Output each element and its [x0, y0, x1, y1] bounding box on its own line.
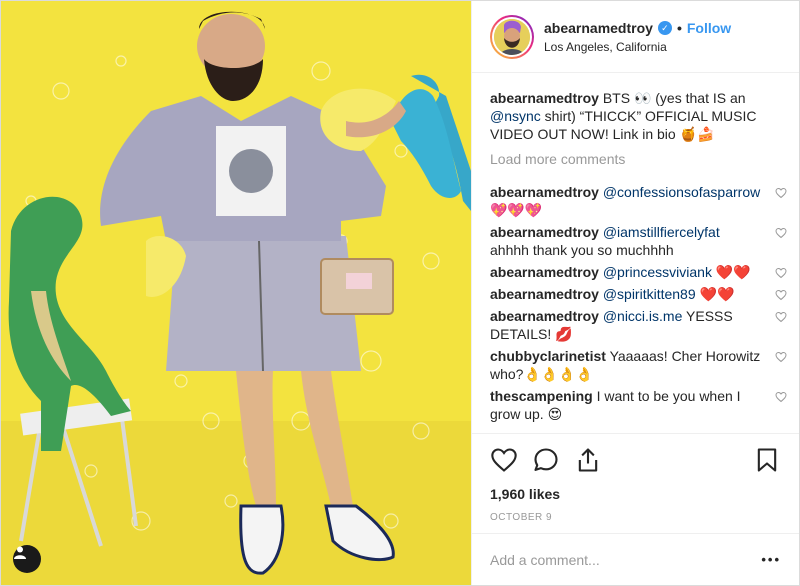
- post-header: abearnamedtroy ✓ • Follow Los Angeles, C…: [472, 1, 799, 73]
- comment-like-heart-icon[interactable]: [775, 227, 787, 239]
- comment-list: abearnamedtroy @confessionsofasparrow 💖💖…: [490, 183, 787, 423]
- post-caption: abearnamedtroy BTS 👀 (yes that IS an @ns…: [490, 89, 771, 143]
- comment-row: abearnamedtroy @nicci.is.me YESSS DETAIL…: [490, 307, 787, 343]
- caption-text-start: BTS 👀 (yes that IS an: [602, 90, 746, 106]
- bookmark-icon[interactable]: [753, 446, 781, 474]
- comment-mention[interactable]: @princessviviank: [603, 264, 712, 280]
- photo-illustration: [1, 1, 471, 585]
- comment-mention[interactable]: @nicci.is.me: [603, 308, 683, 324]
- comment-username[interactable]: abearnamedtroy: [490, 308, 599, 324]
- comment-input[interactable]: [490, 551, 762, 568]
- separator-dot: •: [676, 19, 682, 36]
- comment-like-heart-icon[interactable]: [775, 187, 787, 199]
- comment-row: abearnamedtroy @iamstillfiercelyfat ahhh…: [490, 223, 787, 259]
- comment-row: chubbyclarinetist Yaaaaas! Cher Horowitz…: [490, 347, 787, 383]
- instagram-post: abearnamedtroy ✓ • Follow Los Angeles, C…: [0, 0, 800, 586]
- avatar-image: [494, 18, 530, 55]
- comment-icon[interactable]: [532, 446, 560, 474]
- comment-like-heart-icon[interactable]: [775, 311, 787, 323]
- post-side-panel: abearnamedtroy ✓ • Follow Los Angeles, C…: [471, 1, 799, 585]
- comment-row: abearnamedtroy @spiritkitten89 ❤️❤️: [490, 285, 787, 303]
- comment-username[interactable]: abearnamedtroy: [490, 264, 599, 280]
- verified-badge-icon: ✓: [657, 20, 672, 35]
- heart-icon[interactable]: [490, 446, 518, 474]
- comment-row: abearnamedtroy @confessionsofasparrow 💖💖…: [490, 183, 787, 219]
- comment-username[interactable]: abearnamedtroy: [490, 286, 599, 302]
- post-actions: 1,960 likes OCTOBER 9: [472, 433, 799, 533]
- comment-mention[interactable]: @confessionsofasparrow: [603, 184, 760, 200]
- load-more-comments-button[interactable]: Load more comments: [490, 151, 771, 167]
- comment-text: ❤️❤️: [695, 286, 735, 302]
- post-location[interactable]: Los Angeles, California: [544, 40, 731, 54]
- caption-username[interactable]: abearnamedtroy: [490, 90, 599, 106]
- comment-row: thescampening I want to be you when I gr…: [490, 387, 787, 423]
- comment-like-heart-icon[interactable]: [775, 267, 787, 279]
- comment-mention[interactable]: @spiritkitten89: [603, 286, 696, 302]
- user-tag-icon[interactable]: [13, 545, 41, 573]
- post-date: OCTOBER 9: [490, 512, 553, 523]
- more-options-button[interactable]: •••: [761, 552, 781, 567]
- post-author-username[interactable]: abearnamedtroy: [544, 20, 653, 36]
- comment-like-heart-icon[interactable]: [775, 391, 787, 403]
- follow-button[interactable]: Follow: [687, 20, 731, 36]
- comment-username[interactable]: chubbyclarinetist: [490, 348, 606, 364]
- avatar[interactable]: [490, 14, 534, 59]
- comment-like-heart-icon[interactable]: [775, 351, 787, 363]
- like-count[interactable]: 1,960 likes: [490, 486, 781, 502]
- comment-text: ahhhh thank you so muchhhh: [490, 242, 674, 258]
- post-photo[interactable]: [1, 1, 471, 585]
- comment-mention[interactable]: @iamstillfiercelyfat: [603, 224, 720, 240]
- comment-like-heart-icon[interactable]: [775, 289, 787, 301]
- share-icon[interactable]: [574, 446, 602, 474]
- comment-text: 💖💖💖: [490, 202, 543, 218]
- add-comment-bar: •••: [472, 533, 799, 585]
- comment-username[interactable]: thescampening: [490, 388, 593, 404]
- comment-text: ❤️❤️: [711, 264, 751, 280]
- comment-username[interactable]: abearnamedtroy: [490, 184, 599, 200]
- caption-mention[interactable]: @nsync: [490, 108, 541, 124]
- comment-row: abearnamedtroy @princessviviank ❤️❤️: [490, 263, 787, 281]
- comments-section: abearnamedtroy BTS 👀 (yes that IS an @ns…: [472, 73, 799, 433]
- comment-username[interactable]: abearnamedtroy: [490, 224, 599, 240]
